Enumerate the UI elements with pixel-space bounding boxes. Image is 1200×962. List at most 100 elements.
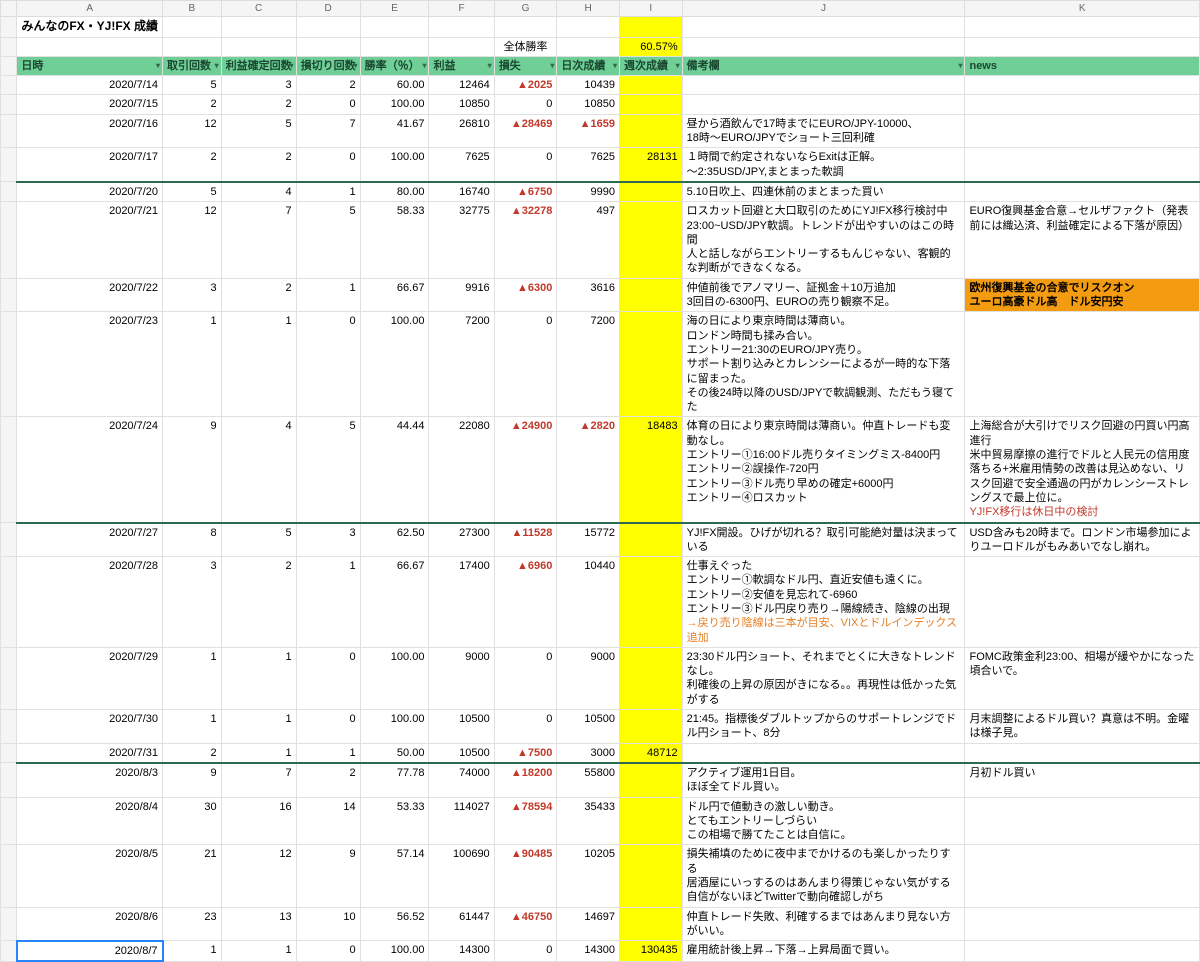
hdr-trades[interactable]: 取引回数▾ — [163, 56, 222, 75]
col-G[interactable]: G — [494, 1, 557, 17]
cell[interactable]: 1 — [163, 710, 222, 744]
cell[interactable]: 10 — [296, 907, 360, 941]
cell[interactable] — [1, 523, 17, 557]
news-cell[interactable]: EURO復興基金合意→セルザファクト（発表前には織込済、利益確定による下落が原因… — [965, 202, 1200, 278]
date-cell[interactable]: 2020/8/4 — [17, 797, 163, 845]
cell[interactable]: 0 — [296, 710, 360, 744]
news-cell[interactable] — [965, 941, 1200, 961]
filter-icon[interactable]: ▾ — [550, 61, 554, 71]
memo-cell[interactable]: ロスカット回避と大口取引のためにYJ!FX移行検討中 23:00~USD/JPY… — [682, 202, 965, 278]
cell[interactable]: ▲78594 — [494, 797, 557, 845]
cell[interactable] — [1, 182, 17, 202]
cell[interactable]: 4 — [221, 182, 296, 202]
news-cell[interactable] — [965, 907, 1200, 941]
cell[interactable]: 1 — [221, 710, 296, 744]
date-cell[interactable]: 2020/7/15 — [17, 95, 163, 114]
cell[interactable]: 8 — [163, 523, 222, 557]
filter-icon[interactable]: ▾ — [958, 61, 962, 71]
cell[interactable] — [1, 743, 17, 763]
cell[interactable] — [619, 312, 682, 417]
cell[interactable]: 2 — [221, 95, 296, 114]
cell[interactable]: 3616 — [557, 278, 620, 312]
cell[interactable] — [1, 647, 17, 709]
cell[interactable]: 497 — [557, 202, 620, 278]
cell[interactable]: 80.00 — [360, 182, 429, 202]
date-cell[interactable]: 2020/7/28 — [17, 557, 163, 648]
news-cell[interactable] — [965, 743, 1200, 763]
cell[interactable]: 61447 — [429, 907, 494, 941]
cell[interactable]: 0 — [494, 647, 557, 709]
hdr-wins[interactable]: 利益確定回数▾ — [221, 56, 296, 75]
news-cell[interactable]: 月初ドル買い — [965, 763, 1200, 797]
cell[interactable]: 18483 — [619, 417, 682, 523]
cell[interactable] — [1, 76, 17, 95]
cell[interactable]: ▲24900 — [494, 417, 557, 523]
cell[interactable]: 62.50 — [360, 523, 429, 557]
cell[interactable]: 2 — [221, 557, 296, 648]
cell[interactable]: 32775 — [429, 202, 494, 278]
cell[interactable]: 5 — [296, 202, 360, 278]
cell[interactable]: 7200 — [429, 312, 494, 417]
cell[interactable] — [1, 845, 17, 907]
memo-cell[interactable]: 仲値前後でアノマリー、証拠金＋10万追加 3回目の-6300円、EUROの売り観… — [682, 278, 965, 312]
memo-cell[interactable]: 海の日により東京時間は薄商い。 ロンドン時間も揉み合い。 エントリー21:30の… — [682, 312, 965, 417]
cell[interactable]: 7 — [296, 114, 360, 148]
cell[interactable]: 10439 — [557, 76, 620, 95]
cell[interactable]: 9000 — [557, 647, 620, 709]
news-cell[interactable]: FOMC政策金利23:00、相場が緩やかになった頃合いで。 — [965, 647, 1200, 709]
hdr-losses[interactable]: 損切り回数▾ — [296, 56, 360, 75]
cell[interactable]: 10500 — [429, 743, 494, 763]
memo-cell[interactable]: 23:30ドル円ショート、それまでとくに大きなトレンドなし。 利確後の上昇の原因… — [682, 647, 965, 709]
col-K[interactable]: K — [965, 1, 1200, 17]
memo-cell[interactable] — [682, 76, 965, 95]
cell[interactable] — [619, 710, 682, 744]
cell[interactable]: 50.00 — [360, 743, 429, 763]
spreadsheet[interactable]: A B C D E F G H I J K みんなのFX・YJ!FX 成績 全体… — [0, 0, 1200, 962]
cell[interactable]: 1 — [296, 182, 360, 202]
cell[interactable]: 1 — [163, 941, 222, 961]
col-B[interactable]: B — [163, 1, 222, 17]
cell[interactable] — [1, 278, 17, 312]
cell[interactable]: ▲28469 — [494, 114, 557, 148]
cell[interactable]: 66.67 — [360, 278, 429, 312]
hdr-loss[interactable]: 損失▾ — [494, 56, 557, 75]
cell[interactable]: 3 — [221, 76, 296, 95]
cell[interactable]: 23 — [163, 907, 222, 941]
news-cell[interactable] — [965, 76, 1200, 95]
cell[interactable]: 14300 — [429, 941, 494, 961]
cell[interactable]: 7 — [221, 202, 296, 278]
news-cell[interactable] — [965, 845, 1200, 907]
cell[interactable]: 7625 — [429, 148, 494, 182]
cell[interactable] — [1, 710, 17, 744]
cell[interactable]: 1 — [296, 557, 360, 648]
date-cell[interactable]: 2020/8/6 — [17, 907, 163, 941]
cell[interactable]: 0 — [296, 95, 360, 114]
cell[interactable]: 10440 — [557, 557, 620, 648]
cell[interactable]: 16 — [221, 797, 296, 845]
cell[interactable]: 0 — [296, 941, 360, 961]
news-cell[interactable]: 欧州復興基金の合意でリスクオン ユーロ高豪ドル高 ドル安円安 — [965, 278, 1200, 312]
cell[interactable]: ▲6300 — [494, 278, 557, 312]
cell[interactable] — [619, 114, 682, 148]
cell[interactable]: 0 — [494, 148, 557, 182]
col-A[interactable]: A — [17, 1, 163, 17]
date-cell[interactable]: 2020/7/27 — [17, 523, 163, 557]
cell[interactable] — [619, 763, 682, 797]
cell[interactable] — [619, 647, 682, 709]
cell[interactable]: ▲46750 — [494, 907, 557, 941]
cell[interactable]: 3 — [296, 523, 360, 557]
cell[interactable]: 3 — [163, 557, 222, 648]
date-cell[interactable]: 2020/7/30 — [17, 710, 163, 744]
hdr-profit[interactable]: 利益▾ — [429, 56, 494, 75]
cell[interactable]: 14697 — [557, 907, 620, 941]
date-cell[interactable]: 2020/7/16 — [17, 114, 163, 148]
cell[interactable]: 77.78 — [360, 763, 429, 797]
cell[interactable] — [1, 763, 17, 797]
news-cell[interactable] — [965, 114, 1200, 148]
cell[interactable]: 100690 — [429, 845, 494, 907]
cell[interactable]: 28131 — [619, 148, 682, 182]
cell[interactable]: 9 — [296, 845, 360, 907]
cell[interactable]: 100.00 — [360, 647, 429, 709]
cell[interactable]: 10500 — [557, 710, 620, 744]
cell[interactable]: 0 — [494, 710, 557, 744]
